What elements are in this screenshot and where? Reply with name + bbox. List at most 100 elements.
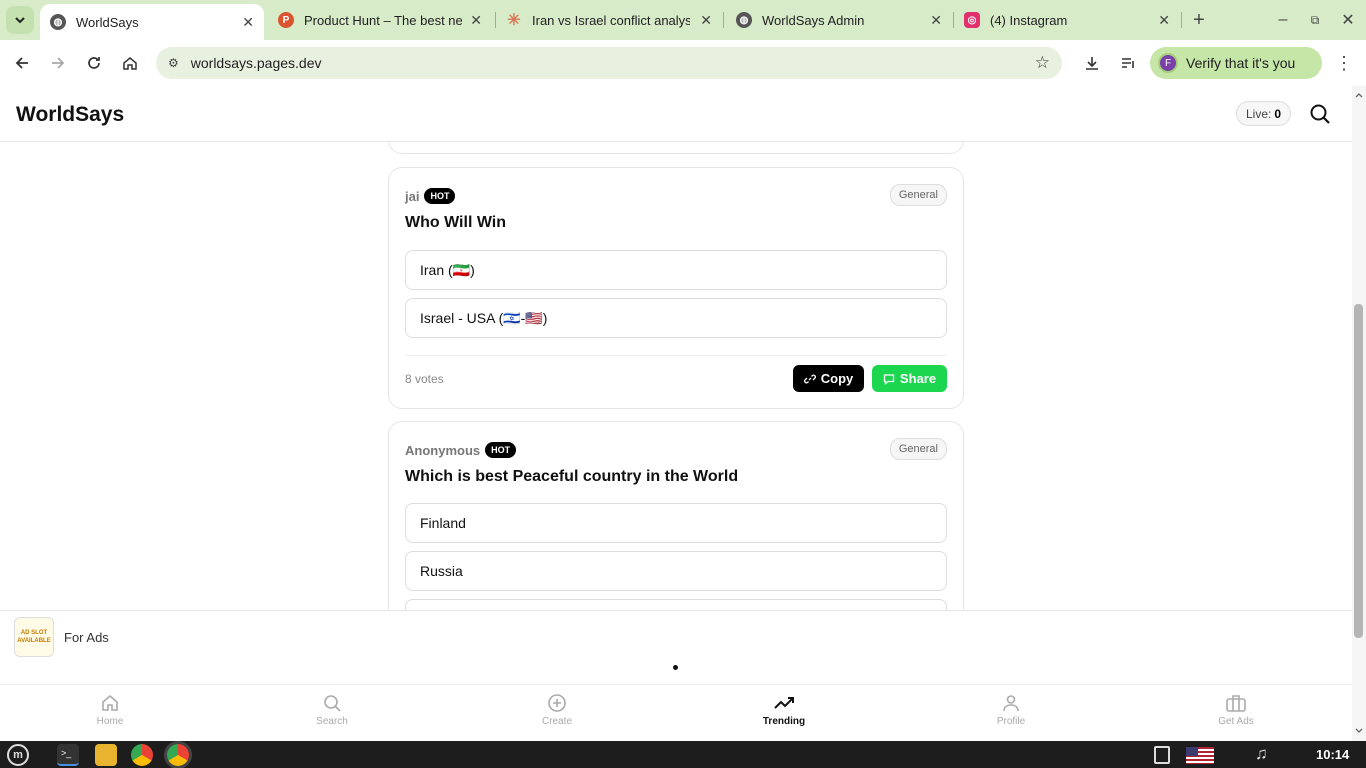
arrow-right-icon [52, 57, 65, 69]
tab-instagram[interactable]: ◎ (4) Instagram ✕ [954, 4, 1180, 36]
tab-worldsays[interactable]: ◍ WorldSays ✕ [40, 4, 264, 40]
category-badge[interactable]: General [889, 438, 947, 460]
address-bar[interactable]: ⚙ worldsays.pages.dev ☆ [156, 47, 1062, 79]
music-note-icon[interactable]: ♫ [1255, 744, 1268, 764]
nav-label: Home [96, 716, 124, 727]
hot-badge: HOT [485, 442, 517, 458]
download-button[interactable] [1078, 49, 1106, 77]
tab-title: WorldSays [76, 14, 139, 30]
ad-label: For Ads [64, 630, 109, 645]
arrow-left-icon [15, 57, 28, 69]
claude-icon: ✳ [507, 12, 521, 29]
ad-logo-text: AD SLOT AVAILABLE [17, 630, 51, 644]
files-icon[interactable] [95, 744, 117, 766]
scroll-down-icon[interactable] [1352, 726, 1366, 736]
poll-author: Anonymous HOT [405, 442, 517, 458]
url-text: worldsays.pages.dev [190, 55, 322, 71]
close-icon[interactable]: ✕ [930, 12, 942, 29]
product-hunt-icon: P [278, 12, 294, 28]
close-icon[interactable]: ✕ [470, 12, 482, 29]
browser-menu-button[interactable]: ⋮ [1330, 49, 1358, 77]
tab-search-button[interactable] [6, 6, 34, 34]
nav-create[interactable]: Create [517, 693, 597, 727]
verify-label: Verify that it's you [1186, 55, 1296, 71]
poll-option[interactable]: Finland [405, 503, 947, 543]
globe-icon: ◍ [50, 14, 66, 30]
scroll-up-icon[interactable] [1352, 90, 1366, 100]
tab-worldsays-admin[interactable]: ◍ WorldSays Admin ✕ [726, 4, 952, 36]
window-close-button[interactable]: ✕ [1334, 6, 1362, 34]
nav-label: Search [316, 716, 348, 727]
minimize-button[interactable]: – [1269, 6, 1297, 34]
poll-option[interactable]: Iran (🇮🇷) [405, 250, 947, 290]
tab-title: WorldSays Admin [762, 12, 865, 28]
clock[interactable]: 10:14 [1316, 747, 1349, 762]
copy-button[interactable]: Copy [793, 365, 864, 392]
back-button[interactable] [8, 49, 36, 77]
poll-option[interactable] [405, 599, 947, 610]
home-button[interactable] [116, 49, 144, 77]
nav-trending[interactable]: Trending [744, 693, 824, 727]
nav-get-ads[interactable]: Get Ads [1196, 693, 1276, 727]
share-button[interactable]: Share [872, 365, 947, 392]
site-logo[interactable]: WorldSays [16, 103, 124, 127]
live-label: Live: [1246, 106, 1272, 121]
nav-label: Profile [996, 716, 1026, 727]
tab-title: Iran vs Israel conflict analysis [532, 12, 690, 28]
home-icon [123, 57, 137, 70]
close-icon[interactable]: ✕ [242, 14, 254, 31]
chevron-down-icon [15, 17, 25, 24]
close-icon[interactable]: ✕ [1158, 12, 1170, 29]
restore-button[interactable]: ⧉ [1301, 6, 1329, 34]
playlist-icon [1122, 58, 1134, 68]
nav-label: Create [541, 716, 572, 727]
tab-title: (4) Instagram [990, 12, 1068, 28]
clipboard-icon[interactable] [1154, 746, 1170, 764]
message-icon [883, 373, 895, 385]
site-header: WorldSays Live: 0 [0, 86, 1352, 142]
bookmark-star-icon[interactable]: ☆ [1035, 53, 1050, 73]
chrome-active-icon[interactable] [167, 744, 189, 766]
close-icon[interactable]: ✕ [700, 12, 712, 29]
tab-iran-israel[interactable]: ✳ Iran vs Israel conflict analysis ✕ [496, 4, 722, 36]
author-name[interactable]: Anonymous [405, 443, 480, 458]
nav-home[interactable]: Home [70, 693, 150, 727]
nav-search[interactable]: Search [292, 693, 372, 727]
reload-button[interactable] [80, 49, 108, 77]
poll-card: Anonymous HOT General Which is best Peac… [388, 421, 964, 610]
verify-profile-button[interactable]: F Verify that it's you [1150, 47, 1322, 79]
link-icon [803, 374, 816, 383]
terminal-icon[interactable]: >_ [57, 744, 79, 766]
tab-separator [1181, 12, 1182, 28]
keyboard-layout-flag-icon[interactable] [1186, 747, 1214, 764]
home-icon [102, 694, 118, 711]
ad-logo: AD SLOT AVAILABLE [14, 617, 54, 657]
carousel-dot[interactable] [673, 665, 678, 670]
poll-option[interactable]: Russia [405, 551, 947, 591]
poll-card [388, 142, 964, 154]
site-info-icon[interactable]: ⚙ [168, 56, 179, 70]
search-icon[interactable] [1309, 103, 1331, 125]
poll-option[interactable]: Israel - USA (🇮🇱-🇺🇸) [405, 298, 947, 338]
media-control-button[interactable] [1114, 49, 1142, 77]
poll-card: jai HOT General Who Will Win Iran (🇮🇷) I… [388, 167, 964, 409]
poll-question: Who Will Win [405, 214, 507, 231]
author-name[interactable]: jai [405, 189, 419, 204]
hot-badge: HOT [424, 188, 456, 204]
card-divider [405, 355, 947, 356]
mint-menu-icon[interactable]: m [7, 744, 29, 766]
tab-product-hunt[interactable]: P Product Hunt – The best new ✕ [268, 4, 492, 36]
ad-banner[interactable]: AD SLOT AVAILABLE For Ads [0, 610, 1352, 684]
chrome-icon[interactable] [131, 744, 153, 766]
nav-profile[interactable]: Profile [971, 693, 1051, 727]
nav-label: Trending [762, 716, 806, 727]
forward-button[interactable] [44, 49, 72, 77]
search-icon [324, 695, 341, 712]
vote-count: 8 votes [405, 372, 444, 386]
scrollbar-thumb[interactable] [1354, 304, 1363, 638]
bottom-nav: Home Search Create Trending Profile Get … [0, 684, 1352, 741]
copy-label: Copy [820, 371, 854, 386]
category-badge[interactable]: General [889, 184, 947, 206]
new-tab-button[interactable]: + [1185, 6, 1213, 34]
instagram-icon: ◎ [964, 12, 980, 28]
